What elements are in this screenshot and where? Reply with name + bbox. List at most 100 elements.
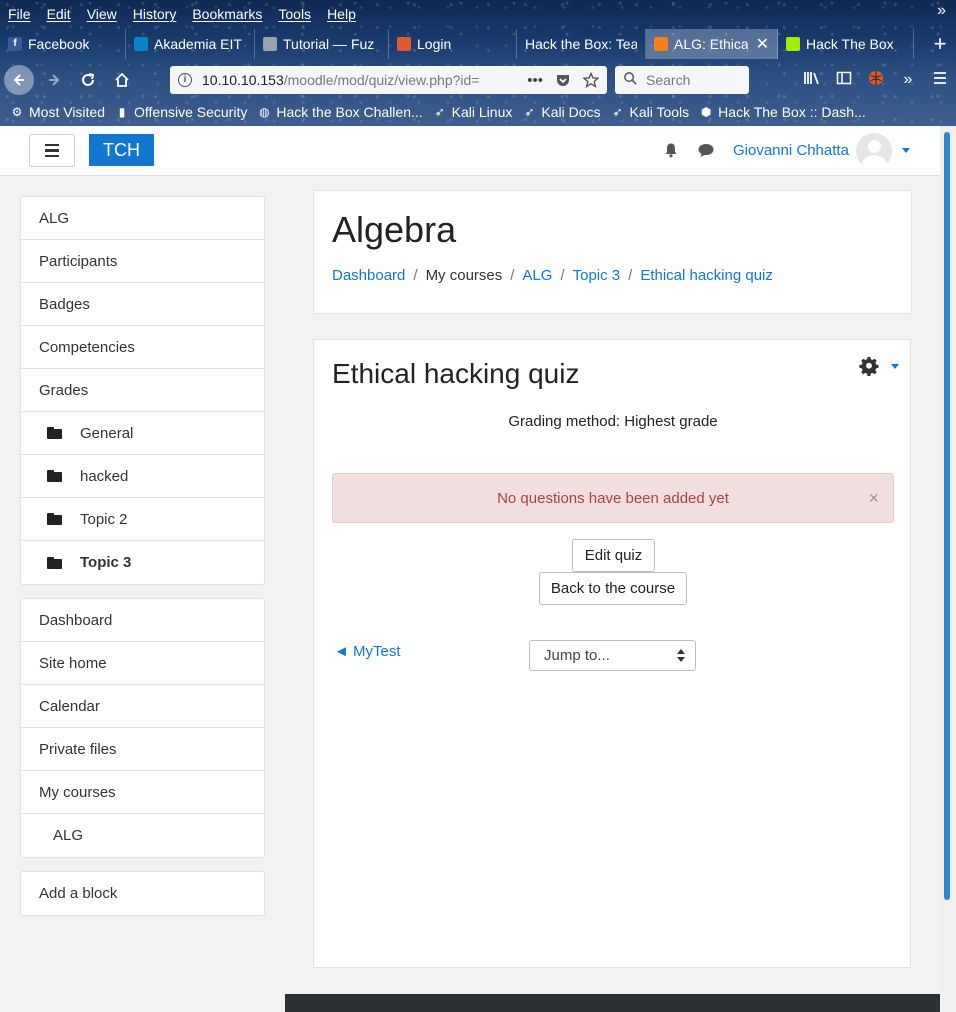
site-brand[interactable]: TCH (89, 134, 154, 166)
menu-file[interactable]: File (0, 6, 39, 22)
menu-view[interactable]: View (79, 6, 125, 22)
settings-menu-caret-icon[interactable] (891, 364, 899, 369)
site-nav-item[interactable]: Private files (21, 728, 264, 771)
info-icon[interactable]: i (178, 73, 192, 87)
menu-bookmarks[interactable]: Bookmarks (184, 6, 270, 22)
course-nav-item[interactable]: hacked (21, 455, 264, 498)
bookmark-1[interactable]: ⚙ Most Visited (10, 104, 105, 120)
tab-1[interactable]: f Facebook (0, 29, 126, 59)
edit-quiz-button[interactable]: Edit quiz (572, 539, 655, 572)
breadcrumb-separator: / (560, 267, 565, 284)
menu-edit[interactable]: Edit (39, 6, 79, 22)
back-to-course-button[interactable]: Back to the course (539, 572, 687, 605)
htb-icon (786, 37, 800, 51)
tab-4[interactable]: Login (389, 29, 517, 59)
folder-icon (47, 513, 62, 525)
tab-6[interactable]: ALG: Ethica ✕ (646, 29, 778, 59)
add-block-link[interactable]: Add a block (21, 872, 264, 915)
nav-drawer: ALG Participants Badges Competencies Grades G… (0, 177, 285, 1012)
overflow-chevrons-icon[interactable]: » (892, 71, 924, 89)
moodle-navbar: TCH Giovanni Chhatta (0, 126, 940, 176)
site-nav-item[interactable]: Site home (21, 642, 264, 685)
breadcrumb-item[interactable]: Ethical hacking quiz (640, 267, 773, 284)
course-nav-item[interactable]: Competencies (21, 326, 264, 369)
reload-icon (82, 73, 95, 86)
breadcrumb-item[interactable]: ALG (522, 267, 552, 284)
folder-icon (47, 470, 62, 482)
login-icon (397, 37, 411, 51)
avatar[interactable] (856, 133, 892, 169)
close-icon[interactable]: × (868, 488, 879, 509)
close-tab-icon[interactable]: ✕ (756, 34, 769, 54)
page-icon (263, 37, 277, 51)
back-button[interactable] (4, 65, 34, 95)
menu-help[interactable]: Help (319, 6, 364, 22)
scrollbar-thumb[interactable] (944, 132, 950, 900)
site-nav-item[interactable]: ALG (21, 814, 264, 857)
drawer-toggle-button[interactable] (29, 134, 75, 167)
nav-item-label: Grades (39, 381, 89, 399)
reload-button[interactable] (74, 66, 102, 94)
chat-icon[interactable] (697, 142, 715, 158)
course-nav-item[interactable]: Topic 3 (21, 541, 264, 584)
new-tab-button[interactable]: + (924, 29, 956, 59)
moodle-page: TCH Giovanni Chhatta ALG Participants Badg… (0, 126, 940, 1012)
tab-2[interactable]: Akademia EIT (126, 29, 255, 59)
search-placeholder: Search (646, 72, 691, 88)
page-footer (285, 994, 940, 1012)
bookmark-3[interactable]: ◍ Hack the Box Challen... (257, 104, 423, 120)
course-nav-item[interactable]: General (21, 412, 264, 455)
user-name[interactable]: Giovanni Chhatta (733, 142, 849, 159)
tab-5[interactable]: Hack the Box: Tea (517, 29, 646, 59)
bookmark-5[interactable]: ➶ Kali Docs (522, 104, 600, 120)
kali-icon: ➶ (524, 105, 535, 119)
tab-label: Hack the Box: Tea (525, 36, 637, 52)
offsec-icon: ▮ (118, 105, 126, 119)
menu-tools[interactable]: Tools (270, 6, 319, 22)
course-nav-item[interactable]: Topic 2 (21, 498, 264, 541)
nav-item-label: ALG (53, 827, 84, 844)
bookmark-label: Hack the Box Challen... (276, 104, 423, 120)
bookmark-label: Kali Linux (451, 104, 513, 120)
breadcrumb-item[interactable]: Dashboard (332, 267, 405, 284)
bookmark-2[interactable]: ▮ Offensive Security (115, 104, 248, 120)
kali-icon: ➶ (434, 105, 445, 119)
gear-icon[interactable] (858, 356, 880, 378)
previous-activity-link[interactable]: ◄ MyTest (334, 643, 401, 660)
bookmark-6[interactable]: ➶ Kali Tools (611, 104, 689, 120)
course-nav-item[interactable]: Grades (21, 369, 264, 412)
url-bar[interactable]: i 10.10.10.153 /moodle/mod/quiz/view.php… (170, 66, 607, 94)
star-icon[interactable] (583, 72, 599, 88)
site-nav-item[interactable]: Dashboard (21, 599, 264, 642)
bell-icon[interactable] (663, 142, 679, 158)
add-block-panel: Add a block (20, 871, 265, 916)
site-nav-item[interactable]: Calendar (21, 685, 264, 728)
quiz-title: Ethical hacking quiz (332, 358, 580, 389)
nav-item-label: Badges (39, 295, 90, 313)
course-nav-item[interactable]: ALG (21, 197, 264, 240)
course-nav-item[interactable]: Badges (21, 283, 264, 326)
tab-7[interactable]: Hack The Box (778, 29, 914, 59)
user-menu-caret-icon[interactable] (902, 148, 910, 153)
page-actions-icon[interactable]: ••• (527, 72, 543, 89)
hamburger-menu-icon[interactable] (924, 71, 956, 90)
nav-item-label: Dashboard (39, 611, 113, 629)
course-nav-item[interactable]: Participants (21, 240, 264, 283)
tab-3[interactable]: Tutorial — Fuz (255, 29, 389, 59)
menu-history[interactable]: History (125, 6, 185, 22)
bookmarks-overflow-icon[interactable]: » (937, 2, 946, 20)
library-icon[interactable] (796, 70, 828, 91)
forward-button[interactable] (40, 66, 68, 94)
jump-to-select[interactable]: Jump to... (529, 640, 696, 671)
course-nav-block: ALG Participants Badges Competencies Grades G… (20, 196, 265, 585)
search-bar[interactable]: Search (615, 66, 749, 94)
bookmark-7[interactable]: ⬢ Hack The Box :: Dash... (699, 104, 866, 120)
site-nav-item[interactable]: My courses (21, 771, 264, 814)
extension-icon[interactable] (860, 70, 892, 91)
sidebar-icon[interactable] (828, 70, 860, 91)
home-button[interactable] (108, 66, 136, 94)
bookmark-4[interactable]: ➶ Kali Linux (433, 104, 513, 120)
folder-icon (47, 556, 62, 569)
pocket-icon[interactable] (555, 72, 571, 88)
breadcrumb-item[interactable]: Topic 3 (573, 267, 621, 284)
